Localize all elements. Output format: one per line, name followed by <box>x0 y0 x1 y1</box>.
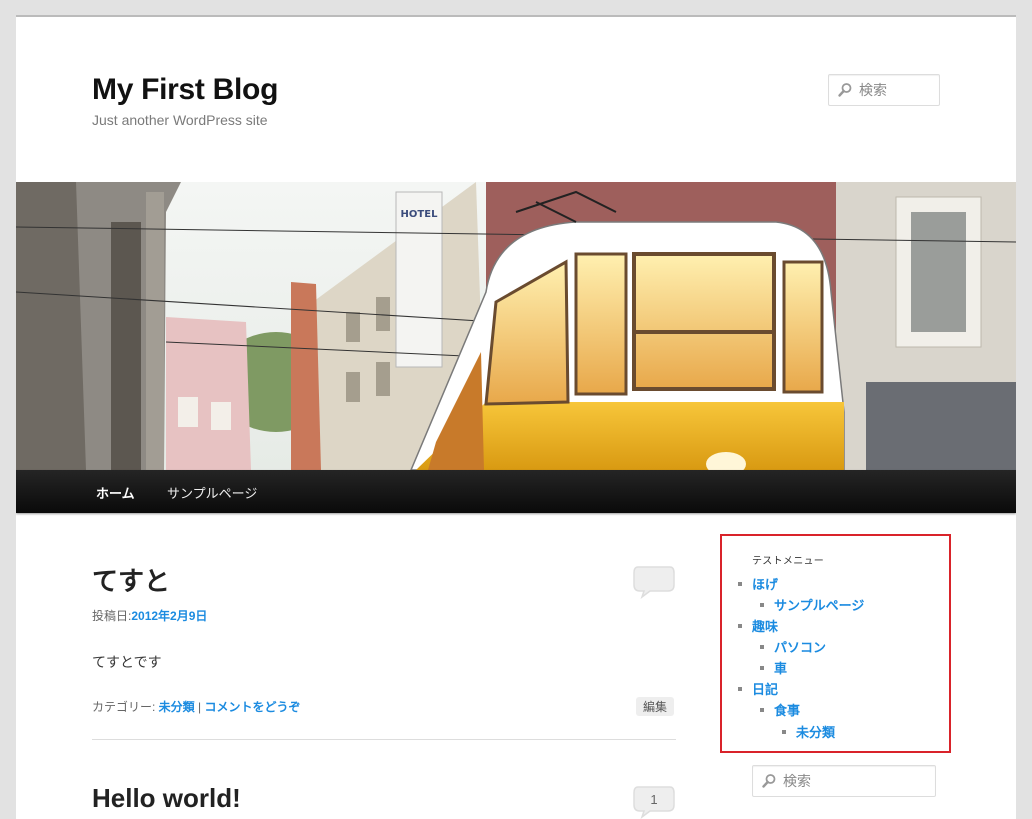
leave-comment-link[interactable]: コメントをどうぞ <box>204 700 300 714</box>
nav-item-home[interactable]: ホーム <box>96 483 135 502</box>
comment-bubble-icon[interactable] <box>632 565 676 600</box>
post-date-link[interactable]: 2012年2月9日 <box>131 609 207 623</box>
menu-item-hoge[interactable]: ほげ <box>738 574 778 593</box>
post-title[interactable]: てすと <box>92 561 170 598</box>
bullet-icon <box>738 686 742 691</box>
menu-item-meal[interactable]: 食事 <box>760 700 800 719</box>
menu-item-label: 趣味 <box>752 619 779 634</box>
site-title[interactable]: My First Blog <box>92 73 278 107</box>
search-icon <box>838 83 852 97</box>
header-search-field[interactable] <box>828 74 940 106</box>
comment-count: 1 <box>650 792 658 807</box>
menu-item-label: 未分類 <box>796 725 836 740</box>
custom-menu-widget: テストメニュー ほげ サンプルページ 趣味 パソコン 車 日記 食事 未分類 <box>720 534 951 753</box>
sidebar-search-field[interactable] <box>752 765 936 797</box>
post-meta: 投稿日:2012年2月9日 <box>92 607 207 624</box>
bullet-icon <box>738 581 742 586</box>
category-prefix: カテゴリー: <box>92 700 159 714</box>
menu-item-label: 日記 <box>752 682 779 697</box>
menu-item-car[interactable]: 車 <box>760 658 787 677</box>
bullet-icon <box>760 665 764 670</box>
search-icon <box>762 774 776 788</box>
menu-item-label: 車 <box>774 661 788 676</box>
nav-item-sample-page[interactable]: サンプルページ <box>167 483 257 502</box>
category-link[interactable]: 未分類 <box>159 700 195 714</box>
menu-item-label: 食事 <box>774 703 801 718</box>
sidebar-search-input[interactable] <box>783 773 935 789</box>
menu-item-uncategorized[interactable]: 未分類 <box>782 722 835 741</box>
menu-item-sample-page[interactable]: サンプルページ <box>760 595 864 614</box>
edit-button[interactable]: 編集 <box>636 697 675 716</box>
bullet-icon <box>760 602 764 607</box>
menu-item-pc[interactable]: パソコン <box>760 637 826 656</box>
menu-item-label: サンプルページ <box>774 598 865 613</box>
footer-separator: | <box>194 700 205 714</box>
svg-text:HOTEL: HOTEL <box>401 209 439 220</box>
post-divider <box>92 739 676 740</box>
page-container: My First Blog Just another WordPress sit… <box>16 15 1016 819</box>
bullet-icon <box>782 729 786 734</box>
menu-item-diary[interactable]: 日記 <box>738 679 778 698</box>
menu-item-label: ほげ <box>752 577 779 592</box>
menu-item-hobby[interactable]: 趣味 <box>738 616 778 635</box>
post-title[interactable]: Hello world! <box>92 783 241 814</box>
post-footer: カテゴリー: 未分類 | コメントをどうぞ <box>92 698 301 715</box>
date-prefix: 投稿日: <box>92 609 132 623</box>
comment-bubble-icon[interactable]: 1 <box>632 785 676 819</box>
header-search-input[interactable] <box>859 82 939 98</box>
main-navigation: ホーム サンプルページ <box>16 470 1016 513</box>
widget-title: テストメニュー <box>752 556 825 567</box>
bullet-icon <box>760 644 764 649</box>
bullet-icon <box>738 623 742 628</box>
header-photo: HOTEL <box>16 182 1016 470</box>
menu-item-label: パソコン <box>774 640 827 655</box>
bullet-icon <box>760 707 764 712</box>
site-description: Just another WordPress site <box>92 112 268 128</box>
post-content: てすとです <box>92 654 162 670</box>
header-image[interactable]: HOTEL <box>16 182 1016 470</box>
